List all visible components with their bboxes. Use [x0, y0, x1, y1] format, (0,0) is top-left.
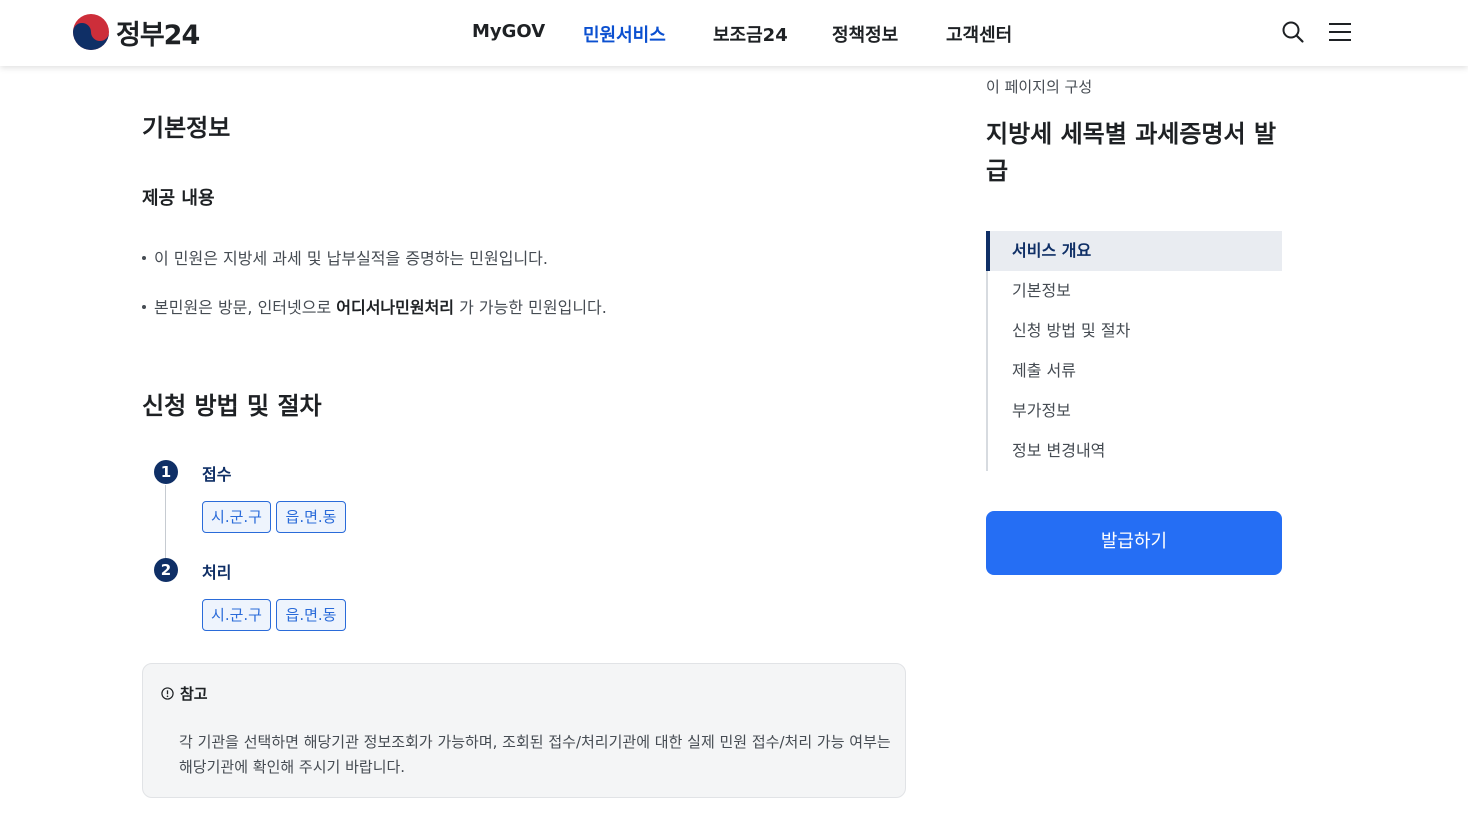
- agency-tag-eup-myeon-dong[interactable]: 읍.면.동: [276, 501, 346, 533]
- basic-info-heading: 기본정보: [142, 114, 231, 142]
- toc-item-change-history[interactable]: 정보 변경내역: [988, 431, 1284, 471]
- toc-item-required-documents[interactable]: 제출 서류: [988, 351, 1284, 391]
- note-body: 각 기관을 선택하면 해당기관 정보조회가 가능하며, 조회된 접수/처리기관에…: [179, 733, 891, 776]
- bullet-text-suffix: 가 가능한 민원입니다.: [454, 298, 607, 317]
- taegeuk-icon: [73, 14, 109, 50]
- provision-content-heading: 제공 내용: [142, 188, 215, 209]
- list-item: 본민원은 방문, 인터넷으로 어디서나민원처리 가 가능한 민원입니다.: [142, 294, 607, 318]
- logo-text: 정부24: [116, 19, 200, 51]
- toc-item-basic-info[interactable]: 기본정보: [988, 271, 1284, 311]
- issue-button[interactable]: 발급하기: [986, 511, 1282, 575]
- gov24-logo[interactable]: 정부24: [72, 13, 200, 51]
- nav-civil-service[interactable]: 민원서비스: [583, 21, 666, 46]
- note-header: 참고: [161, 683, 208, 704]
- toc-list: 서비스 개요 기본정보 신청 방법 및 절차 제출 서류 부가정보 정보 변경내…: [986, 231, 1282, 471]
- search-icon[interactable]: [1281, 20, 1305, 44]
- toc-item-service-overview[interactable]: 서비스 개요: [986, 231, 1282, 271]
- bullet-dot: [142, 255, 146, 260]
- step-connector-line: [165, 485, 166, 569]
- bullet-text-prefix: 본민원은 방문, 인터넷으로: [154, 298, 337, 317]
- info-circle-icon: [161, 687, 174, 700]
- nav-subsidy24[interactable]: 보조금24: [713, 21, 788, 46]
- agency-tag-eup-myeon-dong[interactable]: 읍.면.동: [276, 599, 346, 631]
- bullet-dot: [142, 304, 146, 309]
- step-title-reception: 접수: [202, 465, 232, 484]
- step-number-badge: 1: [154, 460, 178, 484]
- toc-item-application-procedure[interactable]: 신청 방법 및 절차: [988, 311, 1284, 351]
- toc-caption: 이 페이지의 구성: [986, 78, 1093, 96]
- service-title: 지방세 세목별 과세증명서 발급: [986, 120, 1277, 185]
- menu-icon[interactable]: [1328, 20, 1352, 44]
- nav-customer-center[interactable]: 고객센터: [946, 21, 1012, 46]
- procedure-heading: 신청 방법 및 절차: [142, 392, 322, 420]
- agency-tag-si-gun-gu[interactable]: 시.군.구: [202, 599, 271, 631]
- bullet-text-bold: 어디서나민원처리: [336, 298, 455, 317]
- toc-item-additional-info[interactable]: 부가정보: [988, 391, 1284, 431]
- note-title: 참고: [180, 685, 208, 703]
- step-title-processing: 처리: [202, 563, 232, 582]
- site-header: 정부24 MyGOV 민원서비스 보조금24 정책정보 고객센터: [0, 0, 1468, 66]
- reference-note-box: 참고 각 기관을 선택하면 해당기관 정보조회가 가능하며, 조회된 접수/처리…: [142, 663, 906, 798]
- list-item: 이 민원은 지방세 과세 및 납부실적을 증명하는 민원입니다.: [142, 245, 548, 269]
- step-number-badge: 2: [154, 558, 178, 582]
- nav-mygov[interactable]: MyGOV: [472, 21, 545, 45]
- nav-policy-info[interactable]: 정책정보: [832, 21, 898, 46]
- agency-tag-si-gun-gu[interactable]: 시.군.구: [202, 501, 271, 533]
- bullet-text: 이 민원은 지방세 과세 및 납부실적을 증명하는 민원입니다.: [154, 249, 548, 268]
